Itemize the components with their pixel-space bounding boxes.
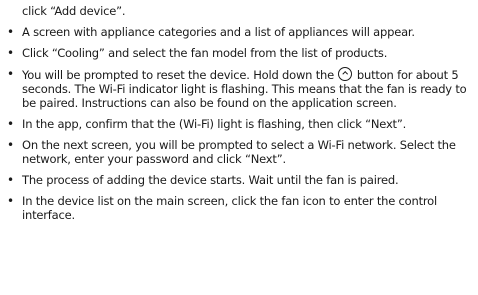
bullet-icon: • [7,25,14,40]
bullet-icon: • [7,172,14,187]
top-crop-edge [0,0,478,6]
step-text: On the next screen, you will be prompted… [22,137,456,167]
bullet-icon: • [7,66,14,81]
list-item: • On the next screen, you will be prompt… [0,138,472,167]
bullet-icon: • [7,137,14,152]
instruction-page: • In the upper right corner of the main … [0,0,478,295]
step-text: The process of adding the device starts.… [22,172,399,187]
chevron-up-circle-icon [338,66,353,81]
step-text-before-icon: You will be prompted to reset the device… [22,67,338,82]
bullet-icon: • [7,45,14,60]
step-text: A screen with appliance categories and a… [22,25,415,40]
step-text: Click “Cooling” and select the fan model… [22,45,388,60]
step-text: In the device list on the main screen, c… [22,193,438,222]
bullet-icon: • [7,193,14,208]
step-text: In the app, confirm that the (Wi-Fi) lig… [22,117,407,132]
list-item: • Click “Cooling” and select the fan mod… [0,46,472,60]
bullet-icon: • [7,117,14,132]
list-item: • The process of adding the device start… [0,173,472,187]
list-item: • In the device list on the main screen,… [0,194,472,223]
instruction-list: • In the upper right corner of the main … [0,0,478,229]
list-item: • In the app, confirm that the (Wi-Fi) l… [0,117,472,131]
list-item: • You will be prompted to reset the devi… [0,66,472,111]
list-item: • A screen with appliance categories and… [0,25,472,39]
